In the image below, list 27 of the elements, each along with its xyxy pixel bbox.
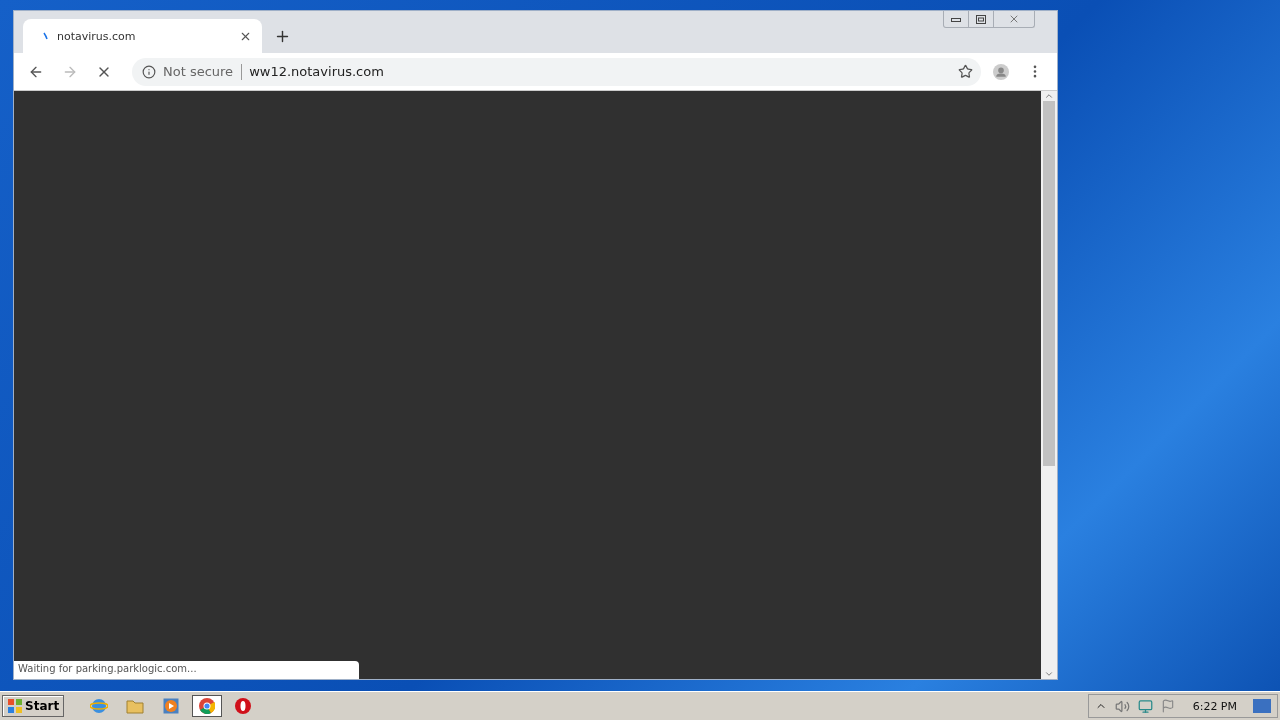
play-icon	[163, 698, 180, 714]
globe-icon	[90, 697, 109, 715]
security-label: Not secure	[163, 63, 243, 80]
folder-icon	[126, 698, 145, 714]
info-icon[interactable]	[142, 64, 156, 79]
flag-icon[interactable]	[1160, 699, 1175, 713]
scroll-down-icon[interactable]	[1044, 669, 1054, 679]
scroll-up-icon[interactable]	[1044, 91, 1054, 101]
volume-icon[interactable]	[1114, 698, 1130, 714]
tab-title: notavirus.com	[57, 29, 137, 43]
status-bubble: Waiting for parking.parklogic.com...	[14, 661, 359, 679]
taskbar-app-button[interactable]	[192, 695, 223, 717]
browser-tab[interactable]: notavirus.com	[23, 19, 262, 53]
clock[interactable]: 6:22 PM	[1192, 699, 1237, 713]
windows-logo-icon	[7, 698, 23, 714]
avatar-icon	[993, 61, 1009, 82]
restore-icon	[976, 14, 986, 24]
address-bar[interactable]: Not secure ww12.notavirus.com	[132, 57, 981, 86]
chrome-icon	[199, 698, 216, 714]
minimize-icon	[951, 16, 961, 22]
network-icon[interactable]	[1137, 698, 1153, 714]
star-icon[interactable]	[958, 64, 973, 79]
scrollbar[interactable]	[1041, 91, 1057, 679]
opera-icon	[235, 698, 252, 714]
close-icon	[1008, 13, 1020, 25]
start-button[interactable]: Start	[2, 695, 65, 717]
url-text: ww12.notavirus.com	[249, 64, 385, 79]
